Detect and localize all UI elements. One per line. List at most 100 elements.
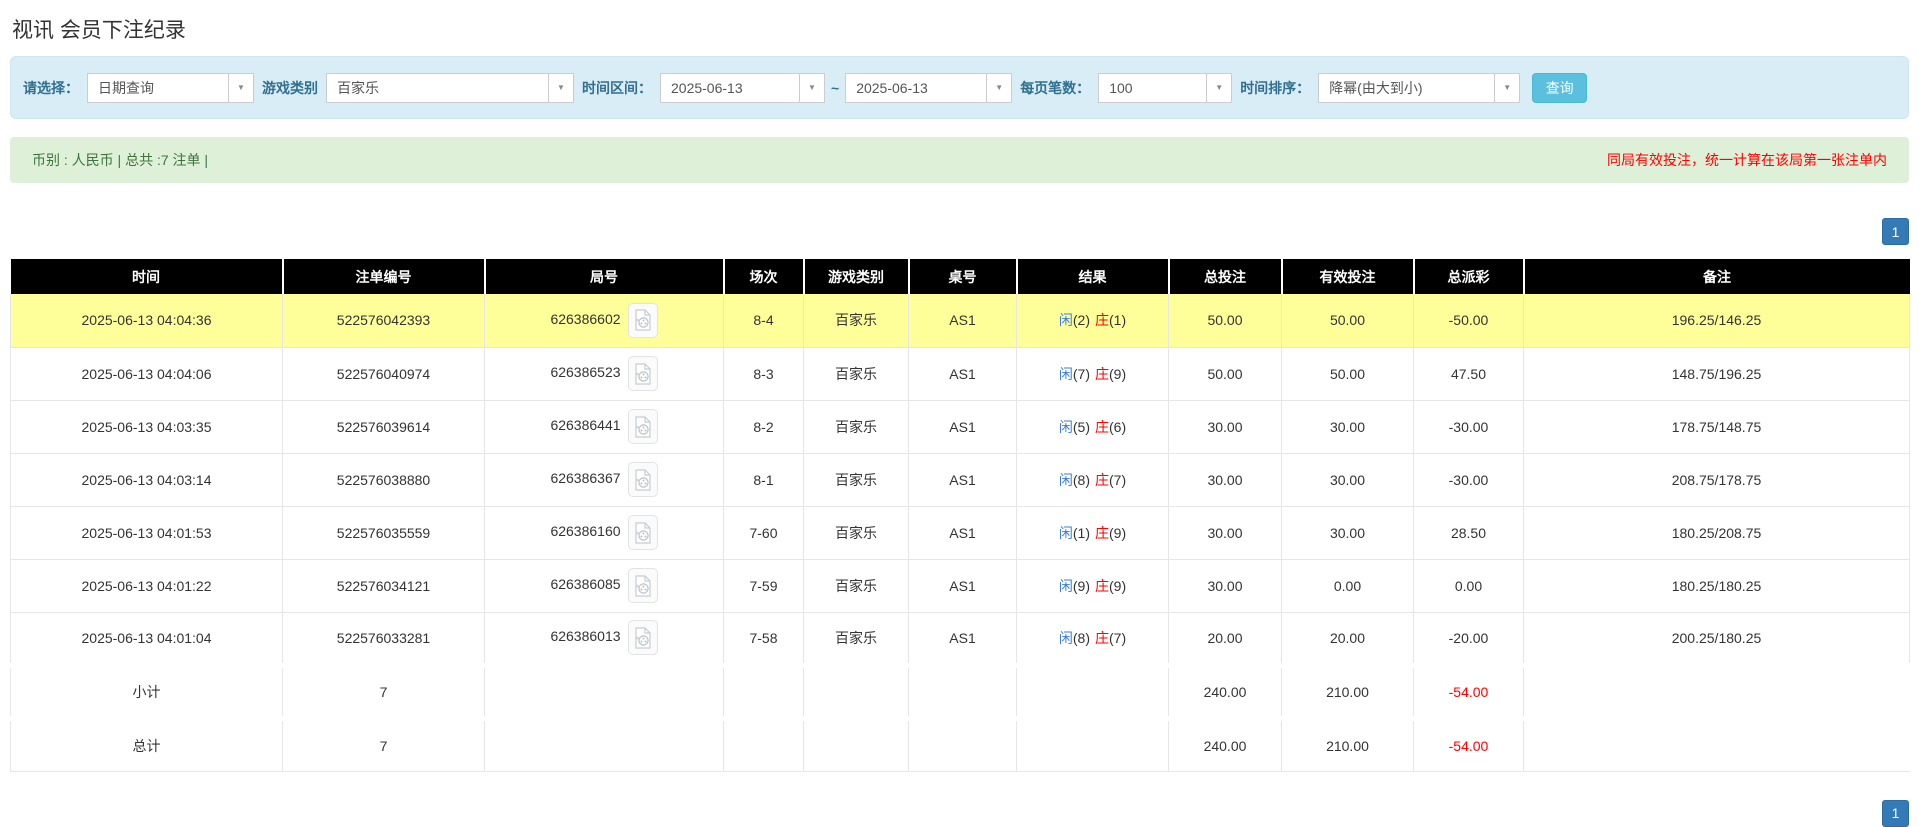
column-header-2: 注单编号 [283,259,485,294]
player-result-score: (7) [1073,366,1090,382]
game-type-select[interactable]: 百家乐 ▼ [326,73,574,103]
bet-records-table: 时间注单编号局号场次游戏类别桌号结果总投注有效投注总派彩备注 2025-06-1… [10,259,1910,772]
query-type-select[interactable]: 日期查询 ▼ [87,73,254,103]
cell-valid-bet: 50.00 [1282,347,1414,400]
cell-session: 8-4 [724,294,804,347]
video-replay-icon[interactable] [628,356,658,391]
banker-result-label: 庄 [1095,472,1109,488]
page-content: 视讯 会员下注纪录 请选择： 日期查询 ▼ 游戏类别 百家乐 ▼ 时间区间： 2… [10,14,1909,827]
date-from-value: 2025-06-13 [660,73,799,103]
round-number: 626386085 [550,576,620,592]
cell-bet-number: 522576033281 [283,612,485,665]
table-row[interactable]: 2025-06-13 04:03:35 522576039614 6263864… [11,400,1910,453]
video-replay-icon[interactable] [628,515,658,550]
player-result-label: 闲 [1059,419,1073,435]
video-replay-icon[interactable] [628,409,658,444]
cell-total-bet: 50.00 [1169,347,1282,400]
chevron-down-icon[interactable]: ▼ [986,73,1012,103]
chevron-down-icon[interactable]: ▼ [1494,73,1520,103]
cell-empty [724,665,804,718]
chevron-down-icon[interactable]: ▼ [799,73,825,103]
video-replay-icon[interactable] [628,568,658,603]
subtotal-label: 小计 [11,665,283,718]
cell-result: 闲(5)庄(6) [1017,400,1169,453]
cell-note: 180.25/180.25 [1524,559,1910,612]
table-row[interactable]: 2025-06-13 04:01:04 522576033281 6263860… [11,612,1910,665]
cell-bet-number: 522576042393 [283,294,485,347]
select-type-label: 请选择： [23,78,79,98]
banker-result-score: (6) [1109,419,1126,435]
cell-empty [724,718,804,771]
cell-bet-number: 522576039614 [283,400,485,453]
pagination-bottom: 1 [10,800,1909,827]
cell-session: 8-3 [724,347,804,400]
column-header-5: 游戏类别 [804,259,909,294]
player-result-label: 闲 [1059,472,1073,488]
table-row[interactable]: 2025-06-13 04:04:06 522576040974 6263865… [11,347,1910,400]
player-result-label: 闲 [1059,630,1073,646]
cell-result: 闲(1)庄(9) [1017,506,1169,559]
cell-total-payout: -50.00 [1414,294,1524,347]
video-replay-icon[interactable] [628,620,658,655]
table-row[interactable]: 2025-06-13 04:01:53 522576035559 6263861… [11,506,1910,559]
search-button[interactable]: 查询 [1532,73,1587,103]
cell-empty [485,665,724,718]
page-1-button[interactable]: 1 [1882,800,1909,827]
date-range-tilde: ~ [831,80,839,96]
table-row[interactable]: 2025-06-13 04:01:22 522576034121 6263860… [11,559,1910,612]
cell-empty [909,718,1017,771]
cell-total-payout: 28.50 [1414,506,1524,559]
cell-empty [485,718,724,771]
chevron-down-icon[interactable]: ▼ [228,73,254,103]
player-result-score: (2) [1073,312,1090,328]
total-payout: -54.00 [1414,718,1524,771]
cell-time: 2025-06-13 04:03:14 [11,453,283,506]
column-header-1: 时间 [11,259,283,294]
column-header-9: 有效投注 [1282,259,1414,294]
cell-round-number: 626386085 [485,559,724,612]
cell-total-bet: 30.00 [1169,559,1282,612]
page-size-select[interactable]: 100 ▼ [1098,73,1232,103]
player-result-score: (8) [1073,630,1090,646]
cell-game-type: 百家乐 [804,559,909,612]
cell-round-number: 626386441 [485,400,724,453]
cell-total-payout: -20.00 [1414,612,1524,665]
pagination-top: 1 [10,218,1909,245]
summary-bar: 币别 : 人民币 | 总共 :7 注单 | 同局有效投注，统一计算在该局第一张注… [10,137,1909,183]
cell-result: 闲(8)庄(7) [1017,453,1169,506]
time-sort-select[interactable]: 降幂(由大到小) ▼ [1318,73,1520,103]
page-1-button[interactable]: 1 [1882,218,1909,245]
player-result-score: (9) [1073,578,1090,594]
column-header-4: 场次 [724,259,804,294]
time-sort-label: 时间排序： [1240,78,1310,98]
column-header-11: 备注 [1524,259,1910,294]
round-number: 626386602 [550,311,620,327]
cell-table-number: AS1 [909,294,1017,347]
column-header-6: 桌号 [909,259,1017,294]
cell-table-number: AS1 [909,400,1017,453]
chevron-down-icon[interactable]: ▼ [548,73,574,103]
total-valid-bet: 210.00 [1282,718,1414,771]
table-row[interactable]: 2025-06-13 04:03:14 522576038880 6263863… [11,453,1910,506]
cell-empty [1524,665,1910,718]
cell-bet-number: 522576035559 [283,506,485,559]
cell-session: 7-60 [724,506,804,559]
chevron-down-icon[interactable]: ▼ [1206,73,1232,103]
cell-round-number: 626386367 [485,453,724,506]
player-result-label: 闲 [1059,312,1073,328]
table-row[interactable]: 2025-06-13 04:04:36 522576042393 6263866… [11,294,1910,347]
round-number: 626386160 [550,523,620,539]
date-to-select[interactable]: 2025-06-13 ▼ [845,73,1012,103]
video-replay-icon[interactable] [628,303,658,338]
cell-bet-number: 522576040974 [283,347,485,400]
cell-total-payout: -30.00 [1414,453,1524,506]
cell-game-type: 百家乐 [804,506,909,559]
date-from-select[interactable]: 2025-06-13 ▼ [660,73,825,103]
column-header-7: 结果 [1017,259,1169,294]
video-replay-icon[interactable] [628,462,658,497]
cell-table-number: AS1 [909,506,1017,559]
cell-note: 200.25/180.25 [1524,612,1910,665]
cell-session: 8-1 [724,453,804,506]
total-count: 7 [283,718,485,771]
cell-note: 178.75/148.75 [1524,400,1910,453]
